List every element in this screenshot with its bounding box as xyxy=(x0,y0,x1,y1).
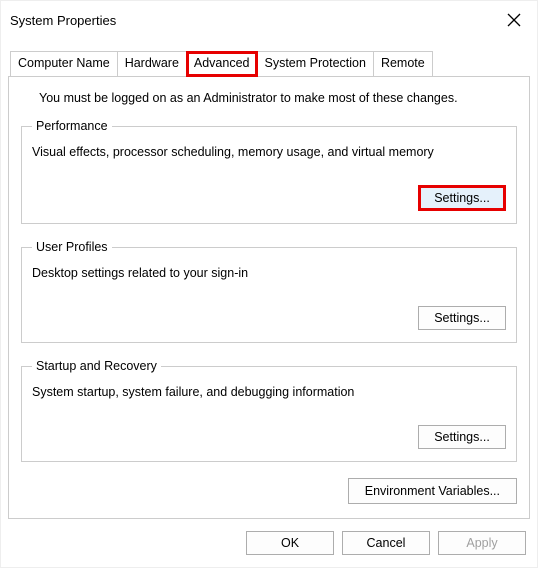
startup-recovery-desc: System startup, system failure, and debu… xyxy=(32,385,506,399)
performance-legend: Performance xyxy=(32,119,112,133)
tab-computer-name[interactable]: Computer Name xyxy=(10,51,118,77)
user-profiles-group: User Profiles Desktop settings related t… xyxy=(21,240,517,343)
dialog-buttons: OK Cancel Apply xyxy=(0,519,538,555)
window-title: System Properties xyxy=(10,13,500,28)
performance-group: Performance Visual effects, processor sc… xyxy=(21,119,517,224)
user-profiles-desc: Desktop settings related to your sign-in xyxy=(32,266,506,280)
close-icon[interactable] xyxy=(500,6,528,34)
tab-system-protection[interactable]: System Protection xyxy=(257,51,374,77)
cancel-button[interactable]: Cancel xyxy=(342,531,430,555)
startup-recovery-legend: Startup and Recovery xyxy=(32,359,161,373)
admin-notice: You must be logged on as an Administrato… xyxy=(39,91,517,105)
user-profiles-settings-button[interactable]: Settings... xyxy=(418,306,506,330)
startup-recovery-group: Startup and Recovery System startup, sys… xyxy=(21,359,517,462)
startup-recovery-settings-button[interactable]: Settings... xyxy=(418,425,506,449)
apply-button[interactable]: Apply xyxy=(438,531,526,555)
performance-desc: Visual effects, processor scheduling, me… xyxy=(32,145,506,159)
tab-remote[interactable]: Remote xyxy=(373,51,433,77)
ok-button[interactable]: OK xyxy=(246,531,334,555)
environment-variables-button[interactable]: Environment Variables... xyxy=(348,478,517,504)
tab-hardware[interactable]: Hardware xyxy=(117,51,187,77)
tab-advanced[interactable]: Advanced xyxy=(186,51,258,77)
titlebar: System Properties xyxy=(0,0,538,38)
user-profiles-legend: User Profiles xyxy=(32,240,112,254)
system-properties-dialog: System Properties Computer Name Hardware… xyxy=(0,0,538,568)
tabs: Computer Name Hardware Advanced System P… xyxy=(8,50,530,76)
tab-content: You must be logged on as an Administrato… xyxy=(8,76,530,519)
performance-settings-button[interactable]: Settings... xyxy=(418,185,506,211)
